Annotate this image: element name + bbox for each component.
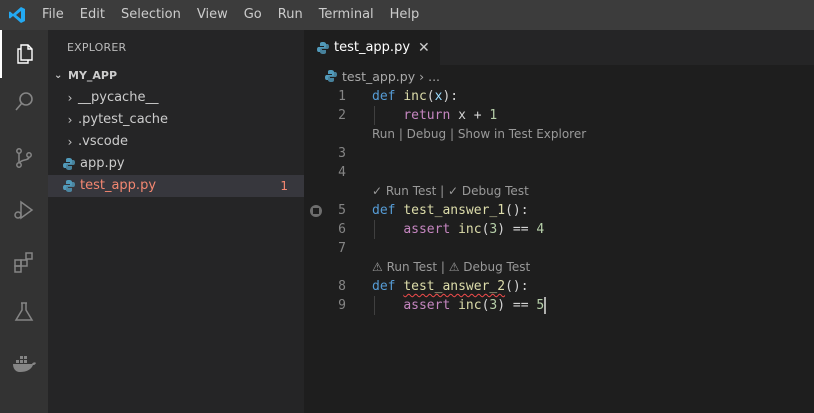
vscode-logo-icon (0, 0, 34, 30)
tree-item-label: __pycache__ (78, 90, 159, 105)
testing-icon[interactable] (0, 288, 48, 336)
breadcrumb-file[interactable]: test_app.py (342, 69, 415, 84)
python-file-icon (317, 41, 329, 54)
menu-selection[interactable]: Selection (113, 0, 189, 30)
text-cursor (544, 297, 547, 314)
activity-bar (0, 30, 48, 413)
chevron-right-icon: › (419, 68, 425, 84)
chevron-right-icon: › (67, 135, 73, 149)
chevron-right-icon: › (67, 113, 73, 127)
tree-item-label: app.py (80, 156, 125, 171)
sidebar-title: EXPLORER (67, 41, 127, 54)
python-file-icon (63, 158, 75, 170)
menu-file[interactable]: File (34, 0, 72, 30)
menu-run[interactable]: Run (270, 0, 311, 30)
code-line: 9 assert inc(3) == 5 (338, 297, 547, 314)
extensions-icon[interactable] (0, 238, 48, 286)
codelens-run-debug[interactable]: Run | Debug | Show in Test Explorer (372, 125, 586, 144)
codelens-run-test-1[interactable]: ✓ Run Test | ✓ Debug Test (372, 182, 529, 201)
codelens-run-test-2[interactable]: ⚠ Run Test | ⚠ Debug Test (372, 258, 530, 277)
tab-label: test_app.py (334, 40, 411, 55)
menu-help[interactable]: Help (382, 0, 428, 30)
menu-view[interactable]: View (189, 0, 236, 30)
breadcrumb-symbols[interactable]: ... (428, 69, 440, 84)
tree-item-label: test_app.py (80, 178, 157, 193)
chevron-right-icon: › (67, 91, 73, 105)
menu-go[interactable]: Go (236, 0, 270, 30)
problem-count-badge: 1 (280, 179, 288, 193)
folder-root[interactable]: ⌄ MY_APP (48, 65, 304, 87)
chevron-down-icon: ⌄ (54, 70, 63, 81)
explorer-sidebar: EXPLORER ⌄ MY_APP › __pycache__ › .pytes… (48, 30, 304, 413)
code-line: 6 assert inc(3) == 4 (338, 222, 545, 237)
code-line: 5 def test_answer_1(): (304, 201, 814, 220)
python-file-icon (325, 70, 337, 82)
docker-icon[interactable] (0, 340, 48, 388)
tree-item-vscode[interactable]: › .vscode (48, 131, 304, 153)
close-icon[interactable]: ✕ (418, 40, 430, 56)
code-line: 1 def inc(x): (338, 89, 459, 104)
menu-edit[interactable]: Edit (72, 0, 113, 30)
search-icon[interactable] (0, 78, 48, 126)
run-debug-icon[interactable] (0, 186, 48, 234)
code-line: 3 (338, 146, 346, 161)
code-line: 2 return x + 1 (338, 108, 498, 123)
tab-bar: test_app.py ✕ (304, 30, 814, 65)
source-control-icon[interactable] (0, 134, 48, 182)
tree-item-label: .pytest_cache (78, 112, 169, 127)
code-line: 7 (338, 241, 346, 256)
menu-terminal[interactable]: Terminal (311, 0, 382, 30)
breadcrumb: test_app.py › ... (304, 65, 814, 87)
title-bar: File Edit Selection View Go Run Terminal… (0, 0, 814, 30)
tree-item-test-app-py[interactable]: test_app.py 1 (48, 175, 304, 197)
python-file-icon (63, 180, 75, 192)
explorer-icon[interactable] (0, 30, 48, 78)
tree-item-pytest-cache[interactable]: › .pytest_cache (48, 109, 304, 131)
code-line: 4 (338, 165, 346, 180)
tree-item-app-py[interactable]: app.py (48, 153, 304, 175)
tree-item-pycache[interactable]: › __pycache__ (48, 87, 304, 109)
tab-test-app-py[interactable]: test_app.py ✕ (304, 30, 440, 65)
code-line: 8 def test_answer_2(): (338, 279, 529, 294)
editor-area: test_app.py ✕ test_app.py › ... 1 def in… (304, 30, 814, 413)
tree-item-label: .vscode (78, 134, 128, 149)
folder-root-label: MY_APP (68, 69, 118, 82)
menu-bar: File Edit Selection View Go Run Terminal… (34, 0, 427, 30)
